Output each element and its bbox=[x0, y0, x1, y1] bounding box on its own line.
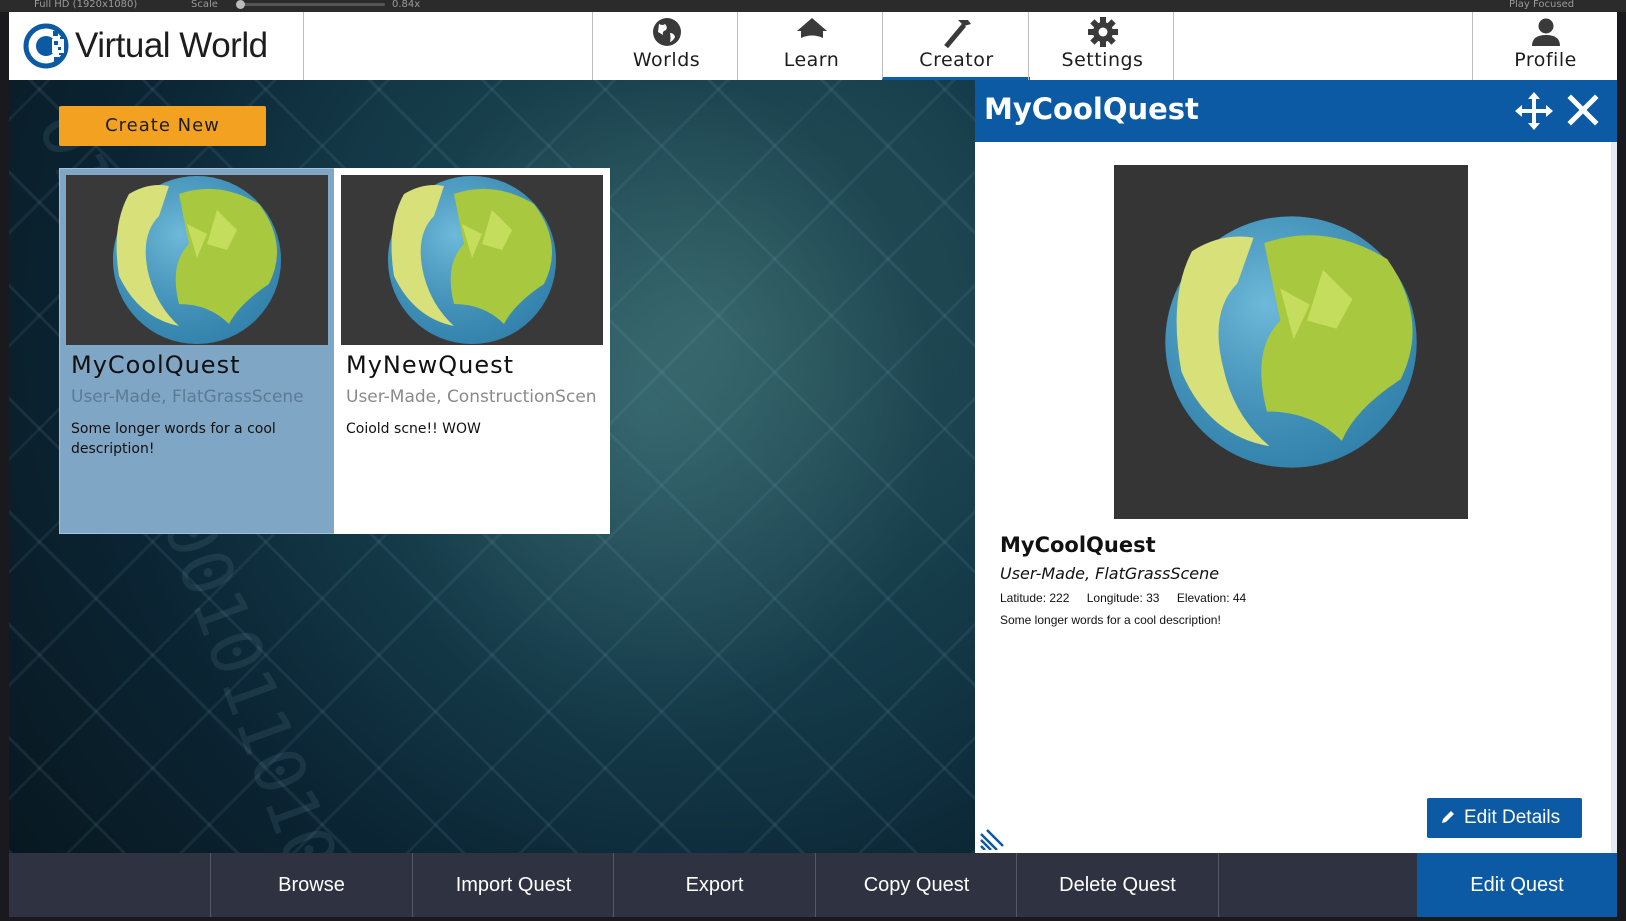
nav-creator[interactable]: Creator bbox=[882, 12, 1030, 80]
panel-title: MyCoolQuest bbox=[984, 92, 1199, 126]
nav-profile-label: Profile bbox=[1514, 49, 1577, 71]
longitude-value: Longitude: 33 bbox=[1086, 591, 1160, 605]
user-icon bbox=[1532, 18, 1560, 46]
elevation-value: Elevation: 44 bbox=[1176, 591, 1247, 605]
nav-worlds-label: Worlds bbox=[632, 49, 701, 71]
bottom-bar-empty-slot bbox=[1218, 853, 1417, 917]
globe-image bbox=[388, 176, 556, 344]
move-icon[interactable] bbox=[1515, 92, 1553, 130]
export-button[interactable]: Export bbox=[613, 853, 815, 917]
scale-value: 0.84x bbox=[392, 0, 421, 10]
detail-subtitle: User-Made, FlatGrassScene bbox=[1000, 564, 1220, 583]
editor-toolbar: Full HD (1920x1080) Scale 0.84x Play Foc… bbox=[0, 0, 1626, 12]
detail-description: Some longer words for a cool description… bbox=[1000, 613, 1221, 627]
quest-thumbnail bbox=[66, 175, 328, 345]
app-logo: Virtual World bbox=[9, 12, 304, 80]
app-window: Virtual World Worlds Learn Creator Setti… bbox=[9, 12, 1617, 917]
quest-subtitle: User-Made, ConstructionScen bbox=[346, 387, 597, 407]
latitude-value: Latitude: 222 bbox=[1000, 591, 1070, 605]
scale-slider-handle[interactable] bbox=[236, 0, 245, 9]
close-icon[interactable] bbox=[1567, 94, 1599, 126]
resolution-dropdown[interactable]: Full HD (1920x1080) bbox=[34, 0, 137, 10]
pencil-icon bbox=[1442, 811, 1454, 823]
resize-grip-icon[interactable] bbox=[979, 828, 1005, 850]
quest-description: Some longer words for a cool description… bbox=[71, 421, 276, 457]
bottom-bar-spacer bbox=[9, 853, 210, 917]
globe-image bbox=[1165, 216, 1417, 468]
browse-button[interactable]: Browse bbox=[210, 853, 412, 917]
delete-quest-button[interactable]: Delete Quest bbox=[1016, 853, 1218, 917]
gear-icon bbox=[1088, 17, 1118, 47]
create-new-button[interactable]: Create New bbox=[59, 106, 266, 146]
bottom-action-bar: Browse Import Quest Export Copy Quest De… bbox=[9, 853, 1617, 917]
quest-thumbnail bbox=[341, 175, 603, 345]
quest-browser: 0100101101 1001011010 Create New MyCoolQ… bbox=[9, 80, 975, 853]
logo-icon bbox=[23, 23, 69, 69]
nav-settings-label: Settings bbox=[1061, 49, 1144, 71]
home-icon bbox=[797, 18, 827, 46]
detail-coordinates: Latitude: 222 Longitude: 33 Elevation: 4… bbox=[1000, 591, 1260, 605]
globe-icon bbox=[653, 18, 681, 46]
nav-learn[interactable]: Learn bbox=[737, 12, 885, 80]
edit-quest-button[interactable]: Edit Quest bbox=[1417, 853, 1617, 917]
quest-preview-image bbox=[1114, 165, 1468, 519]
quest-detail-panel: MyCoolQuest MyCoolQuest User-Made, FlatG… bbox=[975, 80, 1617, 853]
panel-header[interactable]: MyCoolQuest bbox=[975, 80, 1617, 142]
scale-label: Scale bbox=[191, 0, 218, 10]
quest-subtitle: User-Made, FlatGrassScene bbox=[71, 387, 304, 407]
copy-quest-button[interactable]: Copy Quest bbox=[815, 853, 1017, 917]
panel-scrollbar[interactable] bbox=[1611, 142, 1617, 853]
nav-worlds[interactable]: Worlds bbox=[592, 12, 740, 80]
scale-slider[interactable] bbox=[240, 3, 385, 6]
quest-description: Coiold scne!! WOW bbox=[346, 421, 481, 437]
nav-settings[interactable]: Settings bbox=[1028, 12, 1176, 80]
detail-title: MyCoolQuest bbox=[1000, 533, 1156, 557]
quest-card[interactable]: MyNewQuest User-Made, ConstructionScen C… bbox=[334, 168, 610, 534]
top-navbar: Virtual World Worlds Learn Creator Setti… bbox=[9, 12, 1617, 81]
edit-details-label: Edit Details bbox=[1464, 807, 1561, 828]
app-title: Virtual World bbox=[75, 26, 268, 65]
quest-title: MyNewQuest bbox=[346, 351, 515, 379]
globe-image bbox=[113, 176, 281, 344]
hammer-icon bbox=[944, 20, 971, 48]
edit-details-button[interactable]: Edit Details bbox=[1427, 798, 1582, 838]
play-mode-dropdown[interactable]: Play Focused bbox=[1509, 0, 1574, 10]
quest-card[interactable]: MyCoolQuest User-Made, FlatGrassScene So… bbox=[59, 168, 335, 534]
nav-learn-label: Learn bbox=[783, 49, 840, 71]
nav-divider bbox=[1173, 12, 1174, 80]
quest-title: MyCoolQuest bbox=[71, 351, 241, 379]
import-quest-button[interactable]: Import Quest bbox=[412, 853, 614, 917]
nav-profile[interactable]: Profile bbox=[1472, 12, 1617, 80]
nav-creator-label: Creator bbox=[919, 49, 994, 71]
